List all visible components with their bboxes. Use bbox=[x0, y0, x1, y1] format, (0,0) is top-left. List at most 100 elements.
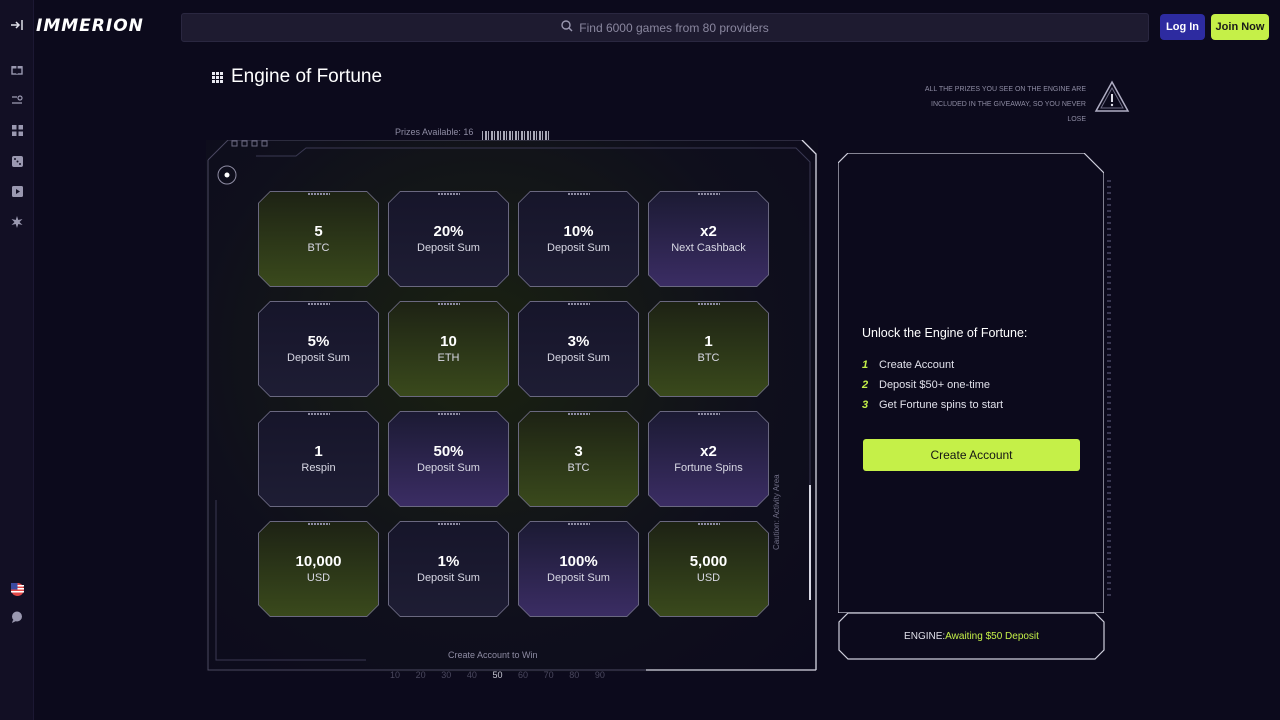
prize-value: 10,000 bbox=[295, 553, 342, 570]
prize-label: BTC bbox=[307, 242, 330, 254]
grid-dots-icon bbox=[212, 71, 223, 83]
prize-value: 3% bbox=[567, 333, 590, 350]
prize-label: Respin bbox=[301, 462, 336, 474]
play-icon[interactable] bbox=[9, 183, 25, 199]
gift-icon[interactable] bbox=[9, 61, 25, 77]
step-1: 1 Create Account bbox=[862, 359, 954, 371]
prize-card[interactable]: 10% Deposit Sum bbox=[518, 191, 639, 287]
prize-card[interactable]: 50% Deposit Sum bbox=[388, 411, 509, 507]
prize-label: Deposit Sum bbox=[417, 242, 480, 254]
page-title: Engine of Fortune bbox=[212, 64, 382, 90]
login-button[interactable]: Log In bbox=[1160, 14, 1205, 40]
status-value: Awaiting $50 Deposit bbox=[945, 630, 1039, 642]
engine-status-bar: ENGINE: Awaiting $50 Deposit bbox=[838, 612, 1105, 660]
prize-value: 50% bbox=[433, 443, 464, 460]
step-text: Get Fortune spins to start bbox=[879, 399, 1004, 411]
scale-tick: 10 bbox=[390, 670, 401, 680]
prize-value: 1 bbox=[704, 333, 713, 350]
step-number: 2 bbox=[862, 379, 869, 391]
scale-tick: 60 bbox=[518, 670, 529, 680]
star-burst-icon[interactable] bbox=[9, 214, 25, 230]
prize-card[interactable]: x2 Fortune Spins bbox=[648, 411, 769, 507]
scale-tick: 80 bbox=[569, 670, 580, 680]
step-text: Create Account bbox=[879, 359, 955, 371]
unlock-panel: Unlock the Engine of Fortune: 1 Create A… bbox=[838, 153, 1104, 613]
prize-card[interactable]: 100% Deposit Sum bbox=[518, 521, 639, 617]
prize-label: ETH bbox=[437, 352, 460, 364]
prize-card-tick bbox=[697, 413, 720, 415]
prize-card[interactable]: 1% Deposit Sum bbox=[388, 521, 509, 617]
prize-value: 100% bbox=[559, 553, 598, 570]
scale-tick: 70 bbox=[543, 670, 554, 680]
grid-icon[interactable] bbox=[9, 122, 25, 138]
search-bar[interactable]: Find 6000 games from 80 providers bbox=[181, 13, 1149, 42]
prize-value: 5 bbox=[314, 223, 323, 240]
prize-value: 10% bbox=[563, 223, 594, 240]
prize-card[interactable]: 10,000 USD bbox=[258, 521, 379, 617]
prize-card-tick bbox=[437, 523, 460, 525]
prize-card-tick bbox=[307, 523, 330, 525]
prize-label: Deposit Sum bbox=[547, 572, 610, 584]
prize-card-tick bbox=[567, 303, 590, 305]
prize-card-tick bbox=[437, 413, 460, 415]
prize-card[interactable]: 5,000 USD bbox=[648, 521, 769, 617]
prize-label: USD bbox=[306, 572, 331, 584]
chat-icon[interactable] bbox=[9, 609, 25, 625]
prize-label: Deposit Sum bbox=[287, 352, 350, 364]
step-number: 3 bbox=[862, 399, 869, 411]
prize-card-tick bbox=[307, 303, 330, 305]
prize-card[interactable]: 5 BTC bbox=[258, 191, 379, 287]
prize-card-tick bbox=[567, 523, 590, 525]
scale-tick: 30 bbox=[441, 670, 452, 680]
scale-tick: 40 bbox=[466, 670, 477, 680]
scale-tick: 90 bbox=[594, 670, 605, 680]
search-icon bbox=[561, 20, 573, 35]
prize-label: Deposit Sum bbox=[417, 572, 480, 584]
prize-value: 5% bbox=[307, 333, 330, 350]
sidebar bbox=[0, 0, 34, 720]
dice-icon[interactable] bbox=[9, 153, 25, 169]
prize-card[interactable]: 3% Deposit Sum bbox=[518, 301, 639, 397]
prize-card[interactable]: 20% Deposit Sum bbox=[388, 191, 509, 287]
prize-label: Fortune Spins bbox=[674, 462, 743, 474]
prize-card-tick bbox=[567, 413, 590, 415]
prize-card-tick bbox=[437, 303, 460, 305]
prize-card[interactable]: 5% Deposit Sum bbox=[258, 301, 379, 397]
prize-value: 1% bbox=[437, 553, 460, 570]
prize-card-tick bbox=[697, 193, 720, 195]
prize-card-tick bbox=[437, 193, 460, 195]
search-placeholder: Find 6000 games from 80 providers bbox=[579, 20, 769, 35]
prize-label: Deposit Sum bbox=[547, 242, 610, 254]
prize-card-tick bbox=[567, 193, 590, 195]
step-number: 1 bbox=[862, 359, 869, 371]
prize-value: 5,000 bbox=[689, 553, 728, 570]
prize-card-tick bbox=[697, 523, 720, 525]
create-account-to-win: Create Account to Win bbox=[448, 650, 538, 660]
step-text: Deposit $50+ one-time bbox=[879, 379, 990, 391]
prize-label: BTC bbox=[697, 352, 720, 364]
prize-card-tick bbox=[307, 193, 330, 195]
prize-card[interactable]: 3 BTC bbox=[518, 411, 639, 507]
prizes-available: Prizes Available: 16 bbox=[395, 127, 474, 137]
step-2: 2 Deposit $50+ one-time bbox=[862, 379, 990, 391]
prize-card[interactable]: 1 Respin bbox=[258, 411, 379, 507]
prize-card[interactable]: x2 Next Cashback bbox=[648, 191, 769, 287]
prize-card[interactable]: 10 ETH bbox=[388, 301, 509, 397]
prize-label: Deposit Sum bbox=[417, 462, 480, 474]
scale-tick: 20 bbox=[415, 670, 426, 680]
status-key: ENGINE: bbox=[904, 630, 946, 642]
us-flag-icon[interactable] bbox=[9, 581, 25, 597]
prize-value: x2 bbox=[700, 443, 717, 460]
prize-card[interactable]: 1 BTC bbox=[648, 301, 769, 397]
logo[interactable]: IMMERION bbox=[36, 16, 144, 38]
prize-label: Deposit Sum bbox=[547, 352, 610, 364]
create-account-button[interactable]: Create Account bbox=[863, 439, 1080, 471]
spin-scale: 10 20 30 40 50 60 70 80 90 bbox=[390, 670, 605, 680]
prize-label: BTC bbox=[567, 462, 590, 474]
prize-card-tick bbox=[307, 413, 330, 415]
search-list-icon[interactable] bbox=[9, 92, 25, 108]
join-now-button[interactable]: Join Now bbox=[1211, 14, 1269, 40]
collapse-arrow-icon[interactable] bbox=[10, 18, 26, 34]
page-title-text: Engine of Fortune bbox=[231, 66, 383, 87]
disclaimer-text: ALL THE PRIZES YOU SEE ON THE ENGINE ARE… bbox=[924, 86, 1086, 123]
